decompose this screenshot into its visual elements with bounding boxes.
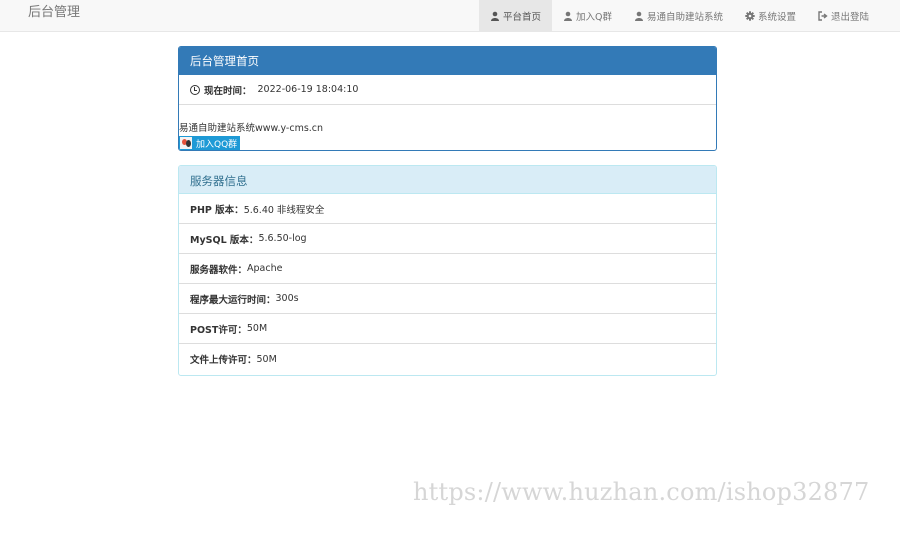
- list-item: 服务器软件： Apache: [179, 254, 716, 284]
- time-label: 现在时间：: [204, 85, 252, 97]
- panel-title: 服务器信息: [179, 166, 716, 194]
- info-label: 程序最大运行时间：: [190, 294, 276, 306]
- nav-item-settings[interactable]: 系统设置: [734, 0, 807, 31]
- user-icon: [634, 11, 643, 21]
- nav-item-site-builder[interactable]: 易通自助建站系统: [623, 0, 734, 31]
- logout-icon: [818, 10, 828, 21]
- time-value: 2022-06-19 18:04:10: [257, 84, 359, 95]
- gear-icon: [745, 10, 755, 21]
- info-label: MySQL 版本：: [190, 234, 259, 246]
- promo-link[interactable]: 易通自助建站系统www.y-cms.cn: [179, 120, 716, 134]
- current-time-row: 现在时间： 2022-06-19 18:04:10: [179, 75, 716, 105]
- user-icon: [563, 11, 572, 21]
- user-icon: [490, 11, 499, 21]
- list-item: PHP 版本： 5.6.40 非线程安全: [179, 194, 716, 224]
- info-value: 50M: [246, 323, 268, 334]
- info-value: 5.6.50-log: [258, 233, 307, 244]
- info-value: 300s: [275, 293, 299, 304]
- info-value: 50M: [256, 353, 277, 365]
- info-label: 文件上传许可：: [190, 355, 257, 366]
- info-value: 5.6.40 非线程安全: [243, 204, 325, 216]
- home-panel: 后台管理首页 现在时间： 2022-06-19 18:04:10 易通自助建站系…: [178, 46, 717, 151]
- brand-title[interactable]: 后台管理: [28, 4, 80, 22]
- info-value: Apache: [247, 263, 283, 274]
- nav-item-join-qgroup[interactable]: 加入Q群: [552, 0, 623, 31]
- list-item: POST许可： 50M: [179, 314, 716, 344]
- clock-icon: [190, 84, 200, 95]
- nav-item-home[interactable]: 平台首页: [478, 0, 552, 31]
- nav-item-label: 系统设置: [757, 11, 796, 23]
- list-item: 文件上传许可： 50M: [179, 344, 716, 374]
- info-label: PHP 版本：: [190, 204, 244, 216]
- list-item: MySQL 版本： 5.6.50-log: [179, 224, 716, 254]
- promo-block: 易通自助建站系统www.y-cms.cn 加入QQ群: [179, 105, 716, 150]
- list-item: 程序最大运行时间： 300s: [179, 284, 716, 314]
- nav-menu: 平台首页 加入Q群 易通自助建站系统 系统设置 退出登陆: [478, 0, 880, 31]
- nav-item-logout[interactable]: 退出登陆: [807, 0, 880, 31]
- nav-item-label: 平台首页: [502, 11, 541, 23]
- top-navbar: 后台管理 平台首页 加入Q群 易通自助建站系统 系统设置 退出登陆: [0, 0, 900, 32]
- join-qq-label: 加入QQ群: [196, 139, 238, 150]
- watermark-text: https://www.huzhan.com/ishop32877: [413, 478, 870, 506]
- nav-item-label: 易通自助建站系统: [646, 11, 723, 23]
- nav-item-label: 退出登陆: [830, 11, 869, 23]
- info-label: 服务器软件：: [190, 264, 248, 276]
- nav-item-label: 加入Q群: [575, 11, 612, 23]
- qq-icon: [179, 136, 193, 150]
- panel-title: 后台管理首页: [179, 47, 716, 75]
- info-label: POST许可：: [190, 324, 247, 336]
- server-info-panel: 服务器信息 PHP 版本： 5.6.40 非线程安全 MySQL 版本： 5.6…: [178, 165, 717, 376]
- join-qq-group-button[interactable]: 加入QQ群: [179, 136, 241, 150]
